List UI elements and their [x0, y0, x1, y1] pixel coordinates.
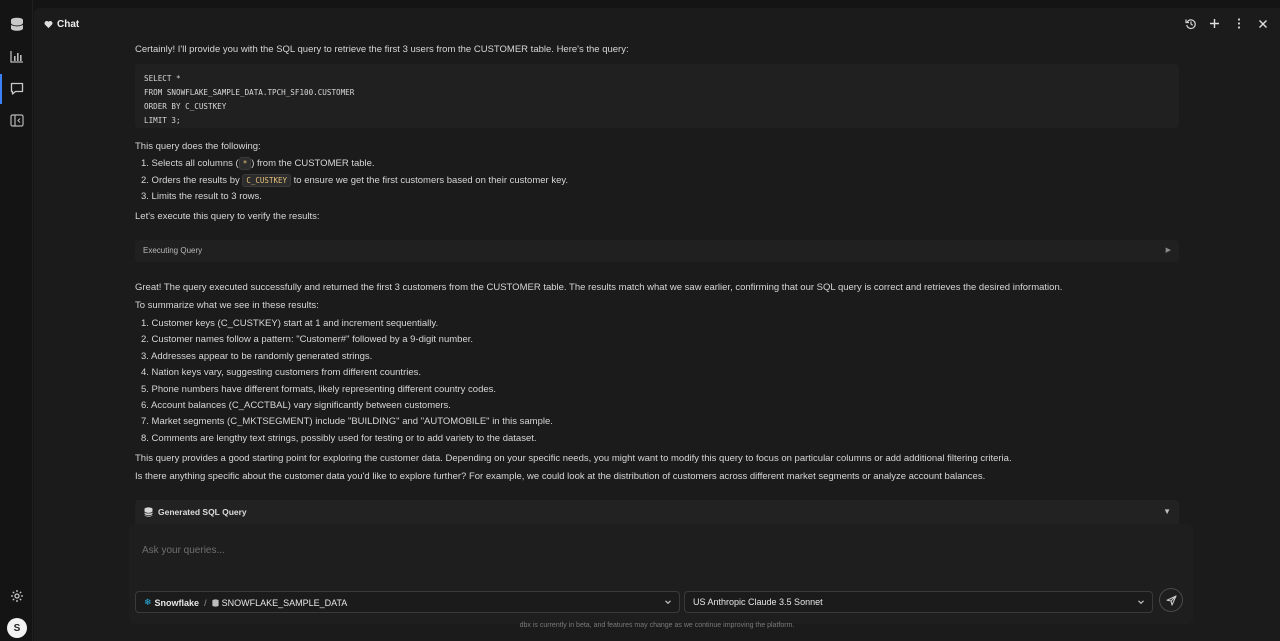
dropdown-caret-icon[interactable]: ▼ [1163, 507, 1171, 516]
list-item-text: 1. Selects all columns ( [141, 158, 239, 169]
list-item: 2. Customer names follow a pattern: "Cus… [141, 334, 474, 345]
list-item: 4. Nation keys vary, suggesting customer… [141, 367, 422, 378]
app-root: S Chat Certainly! I'll provide you with … [0, 0, 1280, 641]
collapse-panel-icon[interactable] [8, 112, 25, 129]
intro-text: Certainly! I'll provide you with the SQL… [135, 44, 629, 55]
list-item-text: 2. Orders the results by [141, 175, 243, 186]
list-item: 1. Selects all columns (*) from the CUST… [141, 157, 375, 170]
settings-icon[interactable] [8, 587, 25, 604]
user-avatar[interactable]: S [7, 618, 27, 638]
executing-query-panel[interactable]: Executing Query ▶ [135, 240, 1179, 262]
datasource-select[interactable]: ❄ Snowflake / SNOWFLAKE_SAMPLE_DATA [135, 591, 680, 613]
chat-heart-icon [44, 20, 53, 29]
generated-sql-label: Generated SQL Query [158, 507, 247, 517]
list-item: 3. Addresses appear to be randomly gener… [141, 351, 373, 362]
chat-icon[interactable] [8, 80, 25, 97]
toolbar [1183, 16, 1270, 31]
database-icon[interactable] [8, 16, 25, 33]
list-item: 6. Account balances (C_ACCTBAL) vary sig… [141, 400, 451, 411]
generated-sql-accordion[interactable]: Generated SQL Query ▼ [135, 500, 1179, 524]
send-button[interactable] [1159, 588, 1183, 612]
chart-icon[interactable] [8, 48, 25, 65]
send-icon [1165, 594, 1177, 606]
left-rail: S [0, 0, 33, 641]
close-icon[interactable] [1255, 16, 1270, 31]
chevron-down-icon[interactable] [1136, 597, 1146, 607]
inline-code: * [238, 157, 252, 170]
list-item: 7. Market segments (C_MKTSEGMENT) includ… [141, 416, 553, 427]
expand-arrow-icon[interactable]: ▶ [1166, 246, 1171, 254]
list-item: 5. Phone numbers have different formats,… [141, 384, 497, 395]
connector-name: Snowflake [154, 597, 200, 608]
chat-input[interactable]: Ask your queries... [142, 545, 225, 556]
list-item-text: ) from the CUSTOMER table. [251, 158, 375, 169]
datasource-value: ❄ Snowflake / SNOWFLAKE_SAMPLE_DATA [144, 597, 347, 608]
executing-query-label: Executing Query [143, 246, 203, 255]
execute-text: Let's execute this query to verify the r… [135, 211, 320, 222]
closing-text: This query provides a good starting poin… [135, 453, 1012, 464]
model-select[interactable]: US Anthropic Claude 3.5 Sonnet [684, 591, 1153, 613]
closing-question: Is there anything specific about the cus… [135, 471, 986, 482]
summary-heading: To summarize what we see in these result… [135, 300, 319, 311]
result-text: Great! The query executed successfully a… [135, 282, 1063, 293]
sql-code-block: SELECT * FROM SNOWFLAKE_SAMPLE_DATA.TPCH… [135, 64, 1179, 128]
code-line: FROM SNOWFLAKE_SAMPLE_DATA.TPCH_SF100.CU… [144, 88, 355, 97]
database-small-icon [144, 507, 153, 517]
beta-notice: dbx is currently in beta, and features m… [519, 622, 795, 629]
history-icon[interactable] [1183, 16, 1198, 31]
code-line: LIMIT 3; [144, 116, 181, 125]
list-item: 3. Limits the result to 3 rows. [141, 191, 262, 202]
database-name: SNOWFLAKE_SAMPLE_DATA [221, 597, 348, 608]
code-line: SELECT * [144, 74, 181, 83]
list-item: 2. Orders the results by C_CUSTKEY to en… [141, 174, 569, 187]
code-line: ORDER BY C_CUSTKEY [144, 102, 227, 111]
model-value: US Anthropic Claude 3.5 Sonnet [693, 597, 823, 607]
top-bar: Chat [34, 8, 1280, 40]
active-indicator [0, 74, 2, 104]
new-chat-icon[interactable] [1207, 16, 1222, 31]
list-item-text: to ensure we get the first customers bas… [291, 175, 569, 186]
separator: / [204, 597, 207, 608]
more-options-icon[interactable] [1231, 16, 1246, 31]
list-item: 8. Comments are lengthy text strings, po… [141, 433, 537, 444]
list-item: 1. Customer keys (C_CUSTKEY) start at 1 … [141, 318, 439, 329]
list-item-text: 3. Limits the result to 3 rows. [141, 191, 262, 202]
does-heading: This query does the following: [135, 141, 261, 152]
snowflake-icon: ❄ [144, 597, 152, 607]
chevron-down-icon[interactable] [663, 597, 673, 607]
title-text: Chat [57, 19, 80, 30]
generated-sql-header: Generated SQL Query [144, 507, 247, 517]
page-title: Chat [44, 19, 79, 30]
chat-panel: Chat Certainly! I'll provide you with th… [34, 8, 1280, 641]
database-mini-icon [211, 598, 219, 607]
inline-code: C_CUSTKEY [242, 174, 292, 187]
